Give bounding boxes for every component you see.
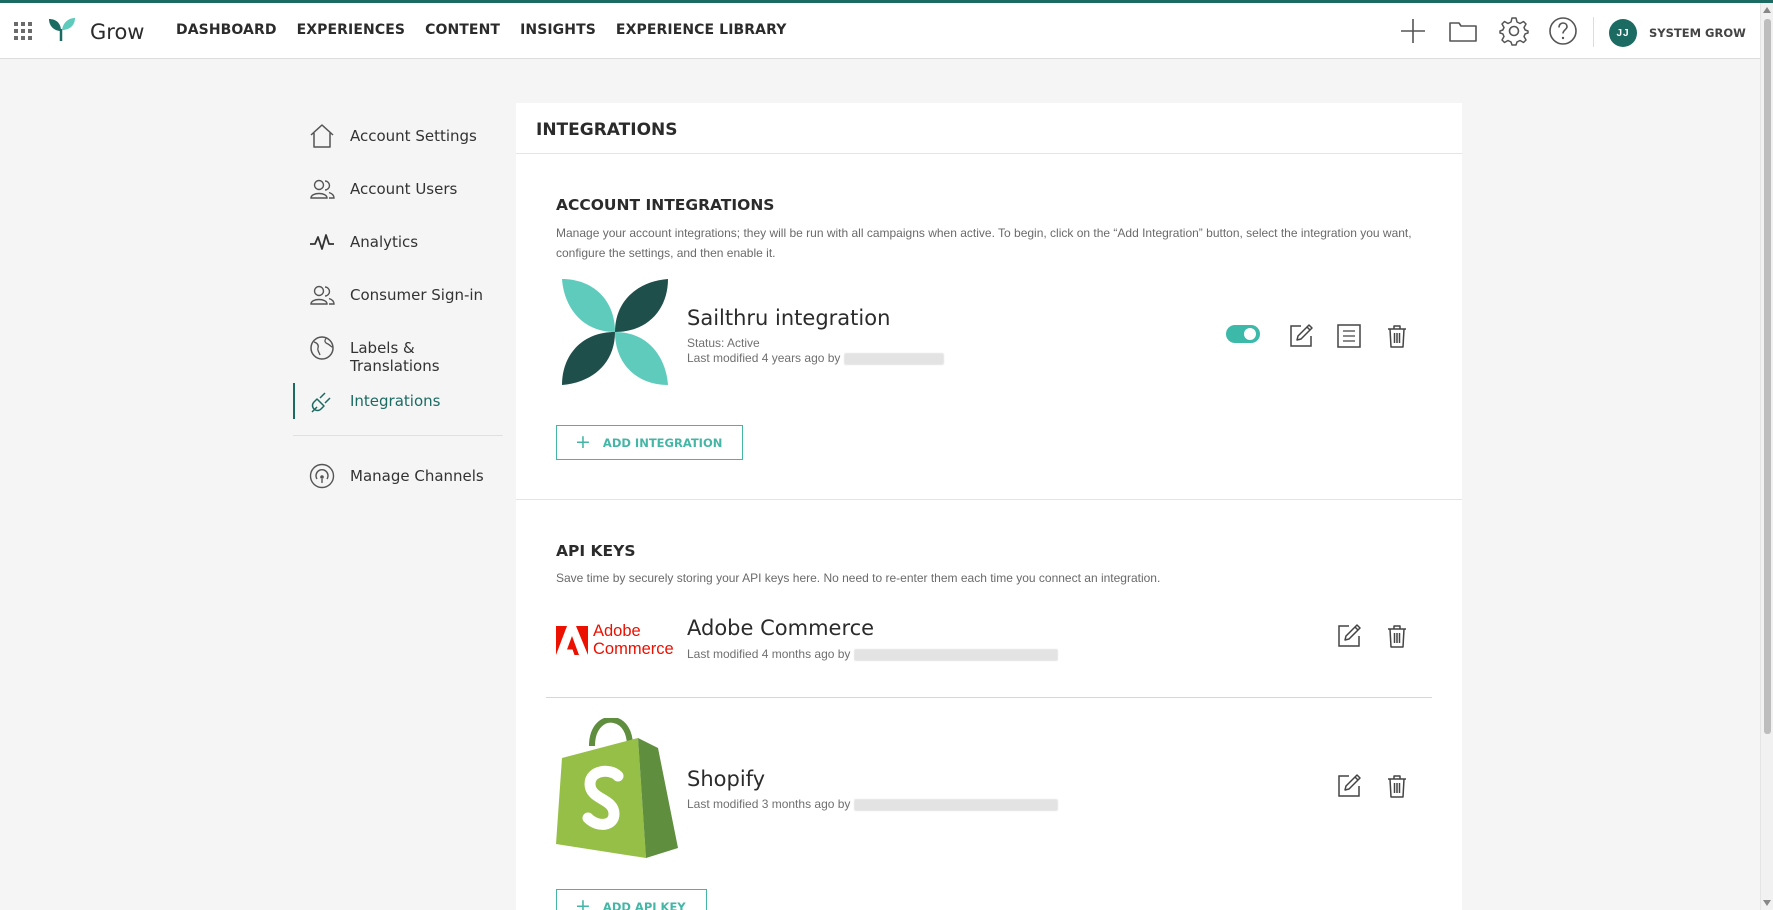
adobe-logo-text: Adobe Commerce: [593, 622, 674, 658]
topbar-divider: [1593, 17, 1594, 47]
sidebar-item-account-users[interactable]: Account Users: [293, 171, 503, 207]
sidebar-item-label: Account Settings: [350, 127, 477, 145]
brand-name[interactable]: Grow: [90, 20, 144, 44]
account-integrations-title: ACCOUNT INTEGRATIONS: [556, 196, 775, 214]
nav-experience-library[interactable]: EXPERIENCE LIBRARY: [616, 22, 787, 38]
scroll-down-arrow[interactable]: [1763, 900, 1771, 906]
redacted-user: [854, 798, 1059, 811]
integration-modified-row: Last modified 4 years ago by: [687, 351, 945, 366]
add-api-key-label: ADD API KEY: [602, 899, 686, 910]
sidebar-item-account-settings[interactable]: Account Settings: [293, 118, 503, 154]
home-icon: [310, 124, 334, 148]
gear-icon[interactable]: [1499, 16, 1529, 46]
trash-icon[interactable]: [1383, 622, 1411, 650]
plug-icon: [311, 392, 331, 413]
plus-icon: +: [575, 431, 591, 453]
folder-icon[interactable]: [1448, 16, 1478, 46]
page-scrollbar[interactable]: [1760, 3, 1773, 910]
globe-icon: [310, 336, 334, 360]
redacted-user: [844, 352, 945, 365]
nav-insights[interactable]: INSIGHTS: [520, 22, 596, 38]
sidebar-item-label: Analytics: [350, 233, 419, 251]
sidebar-item-labels-translations[interactable]: Labels & Translations: [293, 330, 503, 375]
api-key-modified: Last modified 3 months ago by: [687, 797, 851, 811]
sidebar-item-label: Labels & Translations: [350, 339, 440, 375]
redacted-user: [854, 648, 1059, 661]
account-integrations-description: Manage your account integrations; they w…: [556, 226, 1412, 260]
help-icon[interactable]: [1548, 16, 1578, 46]
integration-name: Sailthru integration: [687, 306, 891, 330]
add-integration-label: ADD INTEGRATION: [602, 435, 723, 450]
integration-meta: Status: Active Last modified 4 years ago…: [687, 336, 945, 366]
log-list-icon[interactable]: [1335, 322, 1363, 350]
adobe-logo-word: Adobe: [593, 622, 641, 640]
integrations-panel: INTEGRATIONS ACCOUNT INTEGRATIONS Manage…: [516, 103, 1462, 910]
grow-logo-icon[interactable]: [48, 17, 76, 43]
sidebar-active-indicator: [293, 383, 295, 419]
add-integration-button[interactable]: + ADD INTEGRATION: [556, 425, 744, 460]
apps-grid-icon[interactable]: [14, 22, 32, 40]
shopify-logo: [556, 718, 678, 858]
section-divider: [516, 499, 1462, 500]
avatar[interactable]: JJ: [1609, 19, 1637, 47]
integration-modified: Last modified 4 years ago by: [687, 351, 841, 365]
users-icon: [310, 179, 335, 199]
sidebar-item-label: Consumer Sign-in: [350, 286, 484, 304]
sailthru-logo: [562, 279, 668, 385]
commerce-logo-word: Commerce: [593, 640, 674, 658]
api-keys-title: API KEYS: [556, 542, 636, 560]
edit-icon[interactable]: [1287, 322, 1315, 350]
api-key-modified-row: Last modified 4 months ago by: [687, 647, 1059, 662]
user-name[interactable]: SYSTEM GROW: [1649, 26, 1746, 40]
nav-dashboard[interactable]: DASHBOARD: [176, 22, 277, 38]
nav-content[interactable]: CONTENT: [425, 22, 500, 38]
sidebar-item-manage-channels[interactable]: Manage Channels: [293, 458, 503, 494]
sidebar-item-integrations[interactable]: Integrations: [293, 383, 503, 419]
api-key-name: Adobe Commerce: [687, 616, 875, 640]
sidebar-item-label: Integrations: [350, 392, 441, 410]
integration-enabled-toggle[interactable]: [1226, 325, 1260, 343]
trash-icon[interactable]: [1383, 772, 1411, 800]
top-bar: Grow DASHBOARD EXPERIENCES CONTENT INSIG…: [0, 3, 1760, 59]
sidebar-divider: [293, 435, 503, 436]
api-key-name: Shopify: [687, 767, 766, 791]
broadcast-icon: [309, 463, 335, 489]
page-title: INTEGRATIONS: [536, 120, 678, 140]
adobe-logo-icon: [556, 626, 588, 655]
sidebar-item-consumer-sign-in[interactable]: Consumer Sign-in: [293, 277, 503, 313]
plus-icon: +: [575, 895, 591, 910]
toggle-knob: [1244, 328, 1256, 340]
scroll-up-arrow[interactable]: [1763, 7, 1771, 13]
scroll-thumb[interactable]: [1764, 19, 1771, 734]
add-api-key-button[interactable]: + ADD API KEY: [556, 889, 707, 910]
integration-status: Status: Active: [687, 336, 760, 350]
plus-icon[interactable]: [1398, 16, 1428, 46]
pulse-icon: [310, 234, 334, 250]
edit-icon[interactable]: [1335, 772, 1363, 800]
users-icon: [310, 285, 335, 305]
sidebar-item-label: Manage Channels: [350, 467, 484, 485]
api-key-divider: [546, 697, 1432, 698]
sidebar-item-label: Account Users: [350, 180, 458, 198]
api-key-modified-row: Last modified 3 months ago by: [687, 797, 1059, 812]
api-key-modified: Last modified 4 months ago by: [687, 647, 851, 661]
api-keys-description: Save time by securely storing your API k…: [556, 571, 1161, 585]
panel-header: INTEGRATIONS: [516, 103, 1462, 154]
trash-icon[interactable]: [1383, 322, 1411, 350]
nav-experiences[interactable]: EXPERIENCES: [297, 22, 405, 38]
sidebar-item-analytics[interactable]: Analytics: [293, 224, 503, 260]
main-nav: DASHBOARD EXPERIENCES CONTENT INSIGHTS E…: [176, 22, 786, 38]
adobe-commerce-logo: Adobe Commerce: [556, 621, 680, 661]
edit-icon[interactable]: [1335, 622, 1363, 650]
